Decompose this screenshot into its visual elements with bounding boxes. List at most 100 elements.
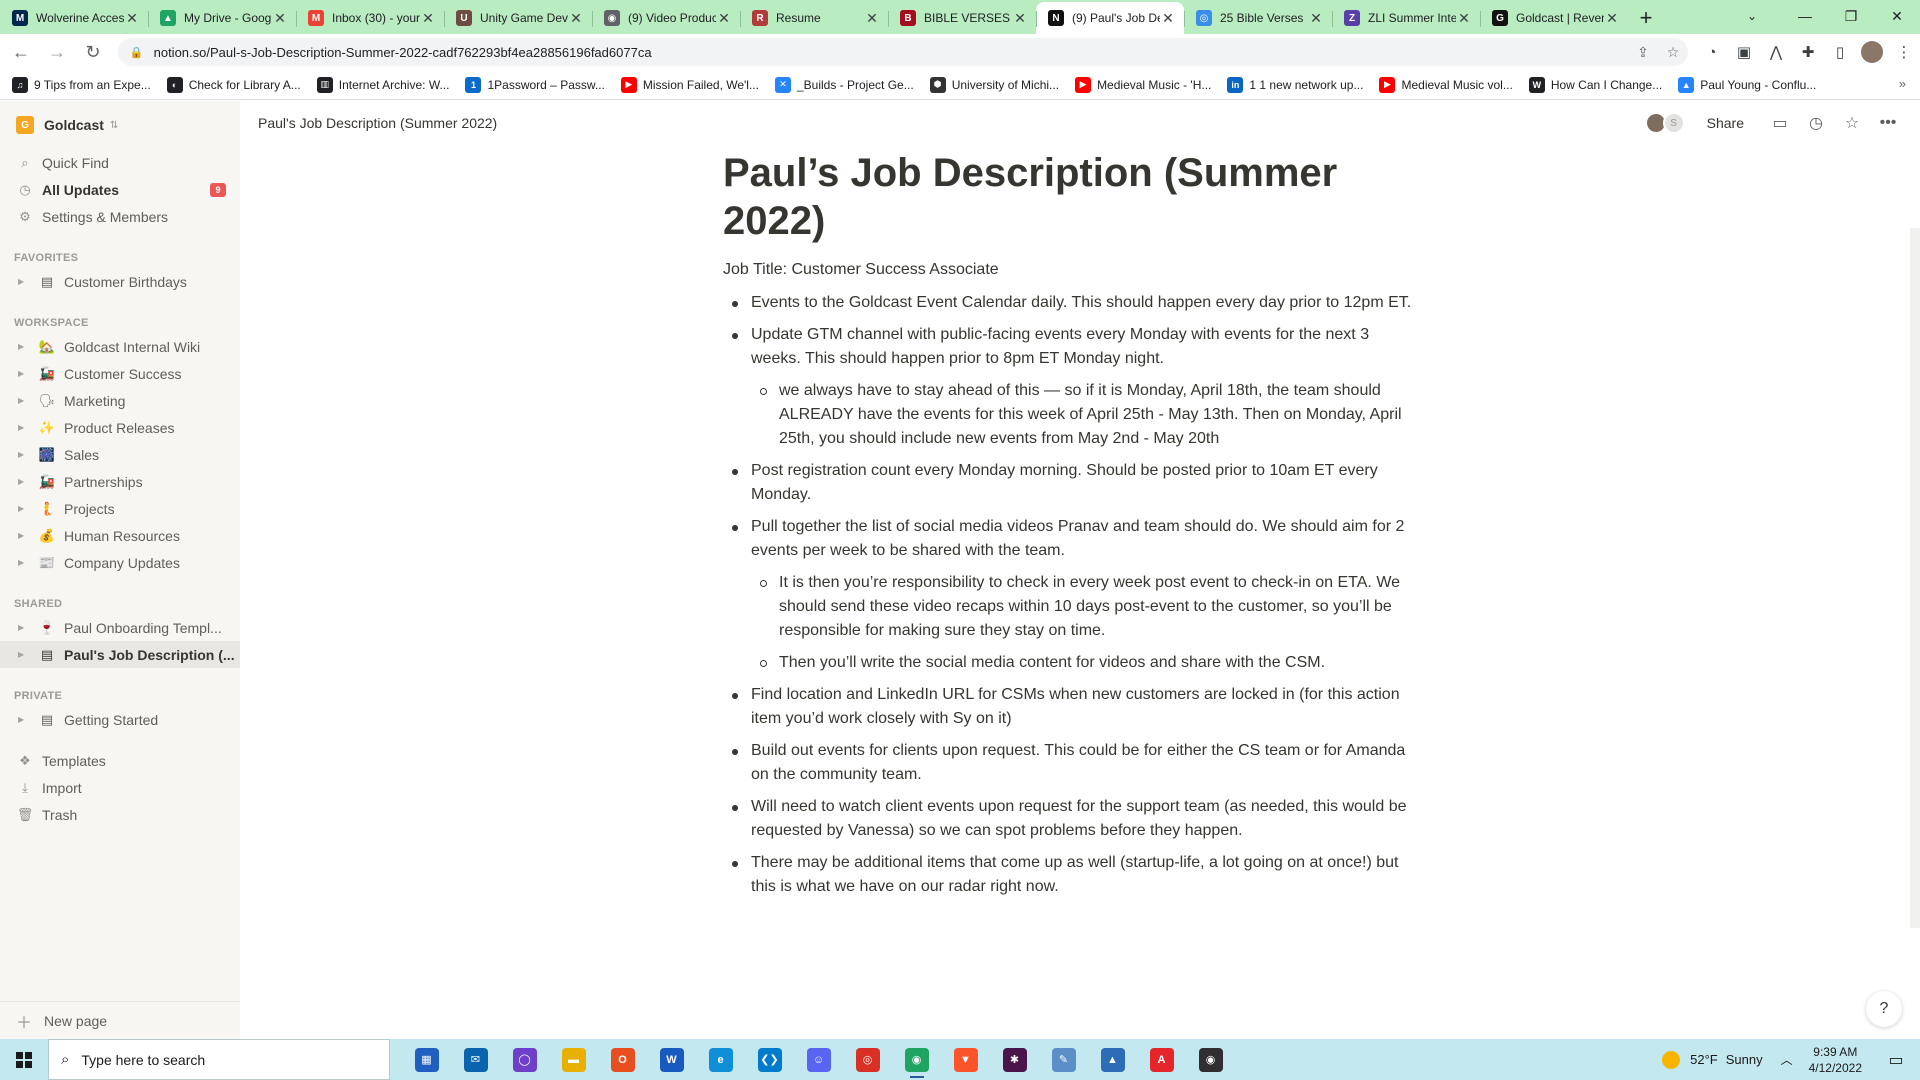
browser-tab[interactable]: ◉ (9) Video Production✕ (592, 2, 740, 34)
browser-tab[interactable]: M Inbox (30) - your mail✕ (296, 2, 444, 34)
sidebar-page-item[interactable]: ▶ 💰 Human Resources (0, 522, 240, 549)
browser-tab[interactable]: G Goldcast | Revenue✕ (1480, 2, 1628, 34)
page-title[interactable]: Paul’s Job Description (Summer 2022) (723, 149, 1423, 245)
browser-tab[interactable]: N (9) Paul's Job Description✕ (1036, 2, 1184, 34)
taskbar-app[interactable]: e (696, 1039, 745, 1080)
bookmark-item[interactable]: ▶ Medieval Music vol... (1379, 76, 1513, 93)
sidebar-item-import[interactable]: ⤓ Import (0, 774, 240, 801)
workspace-switcher[interactable]: G Goldcast ⇅ (0, 101, 240, 149)
taskbar-app[interactable]: ◎ (843, 1039, 892, 1080)
comments-icon[interactable]: ▭ (1762, 113, 1798, 133)
taskbar-app[interactable]: ◯ (500, 1039, 549, 1080)
bookmarks-overflow-icon[interactable]: » (1899, 76, 1906, 91)
restore-icon[interactable]: ❐ (1828, 0, 1874, 32)
more-options-icon[interactable]: ••• (1870, 114, 1906, 132)
tab-close-icon[interactable]: ✕ (1012, 10, 1028, 27)
taskbar-app[interactable]: ◉ (1186, 1039, 1235, 1080)
back-arrow-icon[interactable]: ← (6, 37, 36, 67)
bullet-item[interactable]: Build out events for clients upon reques… (723, 739, 1423, 787)
expand-triangle-icon[interactable]: ▶ (18, 650, 30, 659)
sidebar-item-settings-members[interactable]: ⚙ Settings & Members (0, 203, 240, 230)
bullet-item[interactable]: Find location and LinkedIn URL for CSMs … (723, 683, 1423, 731)
bookmark-item[interactable]: in 1 1 new network up... (1227, 76, 1363, 93)
bookmark-item[interactable]: ▥ Internet Archive: W... (316, 76, 449, 93)
sidebar-page-item[interactable]: ▶ 📰 Company Updates (0, 549, 240, 576)
taskbar-app[interactable]: ✱ (990, 1039, 1039, 1080)
scrollbar[interactable] (1910, 228, 1920, 928)
sidebar-item-templates[interactable]: ❖ Templates (0, 747, 240, 774)
bullet-item[interactable]: Update GTM channel with public-facing ev… (723, 323, 1423, 451)
favorite-star-icon[interactable]: ☆ (1834, 113, 1870, 133)
expand-triangle-icon[interactable]: ▶ (18, 342, 30, 351)
taskbar-search-input[interactable]: ⌕ Type here to search (48, 1039, 390, 1080)
side-panel-icon[interactable]: ▯ (1824, 38, 1856, 66)
sun-weather-icon[interactable] (1662, 1050, 1681, 1069)
reload-icon[interactable]: ↻ (78, 37, 108, 67)
expand-triangle-icon[interactable]: ▶ (18, 504, 30, 513)
taskbar-app[interactable]: ▼ (941, 1039, 990, 1080)
tab-close-icon[interactable]: ✕ (1308, 10, 1324, 27)
tab-close-icon[interactable]: ✕ (864, 10, 880, 27)
url-text[interactable]: notion.so/Paul-s-Job-Description-Summer-… (154, 45, 1628, 60)
avatar-secondary[interactable]: S (1662, 112, 1685, 134)
sidebar-item-quick-find[interactable]: ⌕ Quick Find (0, 149, 240, 176)
taskbar-app[interactable]: O (598, 1039, 647, 1080)
taskbar-app[interactable]: ▦ (402, 1039, 451, 1080)
sidebar-page-item[interactable]: ▶ 🏡 Goldcast Internal Wiki (0, 333, 240, 360)
sub-bullet-item[interactable]: Then you’ll write the social media conte… (751, 651, 1423, 675)
minimize-icon[interactable]: — (1782, 0, 1828, 32)
browser-tab[interactable]: M Wolverine Access ✕ (0, 2, 148, 34)
sidebar-page-item[interactable]: ▶ 🚂 Partnerships (0, 468, 240, 495)
job-title-text[interactable]: Job Title: Customer Success Associate (723, 257, 1423, 283)
expand-triangle-icon[interactable]: ▶ (18, 396, 30, 405)
browser-tab[interactable]: R Resume ✕ (740, 2, 888, 34)
expand-triangle-icon[interactable]: ▶ (18, 369, 30, 378)
sub-bullet-item[interactable]: we always have to stay ahead of this — s… (751, 379, 1423, 451)
tab-close-icon[interactable]: ✕ (568, 10, 584, 27)
expand-triangle-icon[interactable]: ▶ (18, 623, 30, 632)
sidebar-page-item[interactable]: ▶ 🧜 Projects (0, 495, 240, 522)
tab-close-icon[interactable]: ✕ (1456, 10, 1472, 27)
browser-tab[interactable]: Z ZLI Summer Internship✕ (1332, 2, 1480, 34)
tab-close-icon[interactable]: ✕ (124, 10, 140, 27)
address-bar[interactable]: 🔒 notion.so/Paul-s-Job-Description-Summe… (117, 38, 1689, 66)
taskbar-app[interactable]: W (647, 1039, 696, 1080)
extensions-puzzle-icon[interactable]: ✚ (1792, 38, 1824, 66)
bookmark-item[interactable]: ▶ Mission Failed, We'l... (620, 76, 759, 93)
weather-desc[interactable]: Sunny (1726, 1052, 1763, 1067)
new-tab-button[interactable]: + (1628, 2, 1664, 34)
taskbar-app[interactable]: ▲ (1088, 1039, 1137, 1080)
new-page-button[interactable]: ＋ New page (0, 1001, 240, 1039)
bookmark-item[interactable]: ◐ Check for Library A... (166, 76, 301, 93)
tab-close-icon[interactable]: ✕ (716, 10, 732, 27)
weather-temp[interactable]: 52°F (1690, 1052, 1718, 1067)
bookmark-item[interactable]: ✕ _Builds - Project Ge... (774, 76, 914, 93)
expand-triangle-icon[interactable]: ▶ (18, 531, 30, 540)
bullet-item[interactable]: Will need to watch client events upon re… (723, 795, 1423, 843)
expand-triangle-icon[interactable]: ▶ (18, 715, 30, 724)
tab-close-icon[interactable]: ✕ (1160, 10, 1176, 27)
extension-screen-icon[interactable]: ▣ (1728, 38, 1760, 66)
browser-tab[interactable]: ◎ 25 Bible Verses ✕ (1184, 2, 1332, 34)
sidebar-page-item[interactable]: ▶ ▤ Getting Started (0, 706, 240, 733)
profile-avatar[interactable] (1861, 41, 1884, 63)
bullet-item[interactable]: Post registration count every Monday mor… (723, 459, 1423, 507)
expand-triangle-icon[interactable]: ▶ (18, 277, 30, 286)
bookmark-item[interactable]: W How Can I Change... (1528, 76, 1662, 93)
browser-tab[interactable]: ▲ My Drive - Google Drive✕ (148, 2, 296, 34)
taskbar-app[interactable]: ✎ (1039, 1039, 1088, 1080)
expand-triangle-icon[interactable]: ▶ (18, 558, 30, 567)
sidebar-item-all-updates[interactable]: ◷ All Updates 9 (0, 176, 240, 203)
help-button[interactable]: ? (1866, 991, 1902, 1027)
bullet-item[interactable]: There may be additional items that come … (723, 851, 1423, 899)
sidebar-page-item[interactable]: ▶ 🚂 Customer Success (0, 360, 240, 387)
clock[interactable]: 9:39 AM 4/12/2022 (1809, 1044, 1862, 1076)
start-button[interactable] (0, 1039, 48, 1080)
bookmark-item[interactable]: 1 1Password – Passw... (465, 76, 605, 93)
lock-icon[interactable]: 🔒 (130, 46, 144, 59)
tab-search-chevron-icon[interactable]: ⌄ (1734, 0, 1770, 32)
bookmark-star-icon[interactable]: ☆ (1658, 44, 1688, 61)
bookmark-item[interactable]: ⬢ University of Michi... (929, 76, 1059, 93)
tab-close-icon[interactable]: ✕ (272, 10, 288, 27)
taskbar-app[interactable]: ▬ (549, 1039, 598, 1080)
